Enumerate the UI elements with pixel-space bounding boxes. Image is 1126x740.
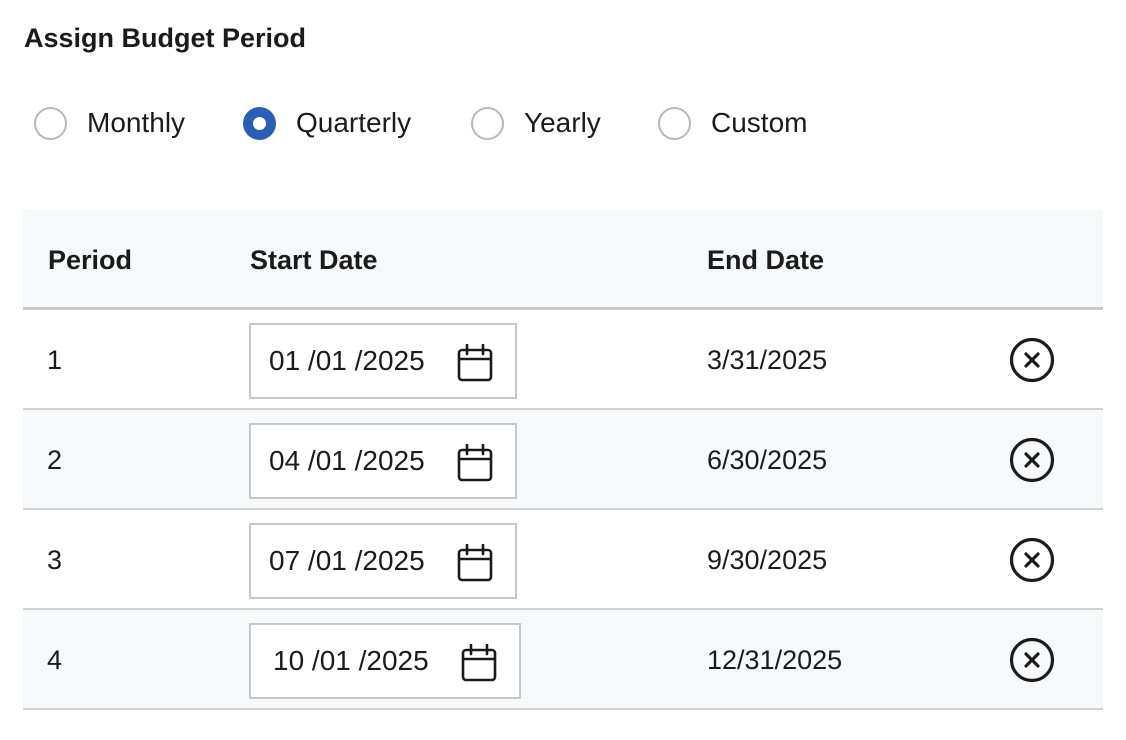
radio-yearly[interactable]: Yearly [471, 104, 658, 142]
period-number: 3 [47, 544, 63, 575]
section-title: Assign Budget Period [24, 23, 307, 53]
table-header: Period Start Date End Date [23, 210, 1103, 310]
start-date-input[interactable]: 01 /01 /2025 [249, 323, 517, 399]
calendar-icon[interactable] [457, 544, 493, 582]
radio-circle-yearly[interactable] [471, 106, 504, 140]
end-date: 3/31/2025 [707, 344, 828, 375]
end-date: 12/31/2025 [707, 644, 843, 675]
budget-period-radio-group: Monthly Quarterly Yearly Custom [34, 104, 807, 142]
table-row: 4 10 /01 /2025 12/31/2025 [23, 610, 1103, 710]
radio-quarterly[interactable]: Quarterly [243, 104, 471, 142]
table-row: 2 04 /01 /2025 6/30/2025 [23, 410, 1103, 510]
period-number: 2 [47, 444, 63, 475]
radio-label-custom: Custom [711, 107, 808, 138]
radio-label-monthly: Monthly [87, 107, 186, 138]
radio-circle-custom[interactable] [658, 106, 691, 140]
close-circle-icon[interactable] [1009, 337, 1055, 383]
start-date-input[interactable]: 07 /01 /2025 [249, 523, 517, 599]
period-number: 4 [47, 644, 63, 675]
start-date-value: 01 /01 /2025 [269, 345, 425, 376]
radio-circle-monthly[interactable] [34, 106, 67, 140]
radio-label-quarterly: Quarterly [296, 107, 412, 138]
calendar-icon[interactable] [457, 444, 493, 482]
start-date-value: 04 /01 /2025 [269, 445, 425, 476]
column-header-start-date: Start Date [250, 244, 378, 275]
radio-custom[interactable]: Custom [658, 104, 807, 142]
start-date-input[interactable]: 10 /01 /2025 [249, 623, 521, 699]
column-header-period: Period [48, 244, 133, 275]
calendar-icon[interactable] [461, 644, 497, 682]
budget-periods-table: Period Start Date End Date 1 01 /01 /202… [23, 210, 1103, 710]
radio-monthly[interactable]: Monthly [34, 104, 243, 142]
period-number: 1 [47, 344, 63, 375]
close-circle-icon[interactable] [1009, 637, 1055, 683]
start-date-value: 07 /01 /2025 [269, 545, 425, 576]
end-date: 6/30/2025 [707, 444, 828, 475]
close-circle-icon[interactable] [1009, 437, 1055, 483]
calendar-icon[interactable] [457, 344, 493, 382]
table-row: 1 01 /01 /2025 3/31/2025 [23, 310, 1103, 410]
end-date: 9/30/2025 [707, 544, 828, 575]
close-circle-icon[interactable] [1009, 537, 1055, 583]
radio-label-yearly: Yearly [524, 107, 601, 138]
start-date-input[interactable]: 04 /01 /2025 [249, 423, 517, 499]
radio-circle-quarterly[interactable] [243, 106, 276, 140]
start-date-value: 10 /01 /2025 [273, 645, 429, 676]
table-row: 3 07 /01 /2025 9/30/2025 [23, 510, 1103, 610]
column-header-end-date: End Date [707, 244, 825, 275]
